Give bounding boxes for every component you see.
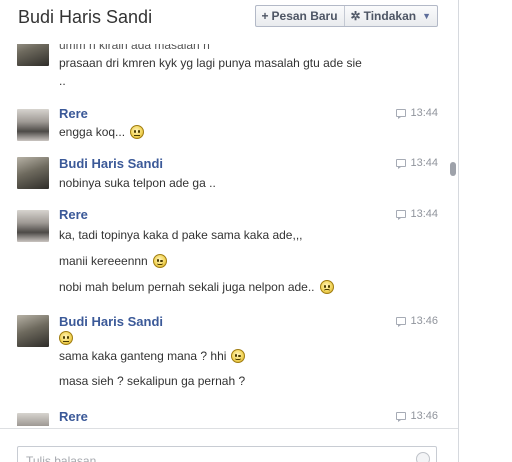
- chevron-down-icon: ▼: [422, 11, 431, 21]
- composer-divider: [0, 428, 458, 429]
- message-meta: 13:44: [396, 107, 438, 119]
- wink-smiley-icon: [152, 254, 167, 268]
- message-text-content: sama kaka ganteng mana ? hhi: [59, 349, 227, 363]
- neutral-smiley-icon: [130, 125, 145, 139]
- message-group: Rere 13:44 engga koq...: [0, 106, 458, 150]
- message-text-content: manii kereeennn: [59, 254, 148, 268]
- header-button-group: + Pesan Baru ✲ Tindakan ▼: [254, 5, 438, 27]
- plus-icon: +: [261, 9, 269, 23]
- message-text: [59, 331, 73, 345]
- frown-smiley-icon: [319, 280, 334, 294]
- message-text-content: engga koq...: [59, 125, 126, 139]
- gear-icon: ✲: [350, 9, 361, 23]
- avatar[interactable]: [17, 157, 49, 189]
- sender-name[interactable]: Rere: [59, 409, 88, 424]
- reply-input[interactable]: [18, 447, 398, 462]
- actions-label: Tindakan: [363, 9, 417, 23]
- message-meta: 13:44: [396, 157, 438, 169]
- message-group: umm n kirain ada masalah n prasaan dri k…: [0, 44, 458, 94]
- message-text: engga koq...: [59, 125, 145, 139]
- avatar[interactable]: [17, 315, 49, 347]
- neutral-smiley-icon: [59, 331, 73, 345]
- actions-button[interactable]: ✲ Tindakan ▼: [343, 6, 437, 26]
- emoji-picker-icon[interactable]: [416, 452, 430, 462]
- sender-name[interactable]: Rere: [59, 207, 88, 222]
- message-text: masa sieh ? sekalipun ga pernah ?: [59, 374, 246, 388]
- avatar[interactable]: [17, 44, 49, 66]
- chat-bubble-icon: [396, 412, 407, 422]
- message-text: ka, tadi topinya kaka d pake sama kaka a…: [59, 228, 303, 242]
- conversation-title: Budi Haris Sandi: [18, 7, 153, 27]
- message-text: umm n kirain ada masalah n: [59, 44, 210, 52]
- message-time: 13:44: [410, 157, 438, 169]
- message-thread: umm n kirain ada masalah n prasaan dri k…: [0, 44, 458, 426]
- sender-name[interactable]: Budi Haris Sandi: [59, 156, 163, 171]
- message-text: sama kaka ganteng mana ? hhi: [59, 349, 246, 363]
- conversation-header: Budi Haris Sandi + Pesan Baru ✲ Tindakan…: [0, 0, 458, 44]
- new-message-label: Pesan Baru: [271, 9, 338, 23]
- reply-composer: [17, 446, 437, 462]
- message-meta: 13:46: [396, 410, 438, 422]
- message-group: Rere 13:46: [0, 409, 458, 426]
- panel-divider: [458, 0, 459, 462]
- message-group: Rere 13:44 ka, tadi topinya kaka d pake …: [0, 207, 458, 308]
- chat-bubble-icon: [396, 159, 407, 169]
- sender-name[interactable]: Rere: [59, 106, 88, 121]
- avatar[interactable]: [17, 109, 49, 141]
- message-group: Budi Haris Sandi 13:44 nobinya suka telp…: [0, 156, 458, 201]
- message-time: 13:46: [410, 410, 438, 422]
- message-text: nobi mah belum pernah sekali juga nelpon…: [59, 280, 334, 294]
- message-time: 13:44: [410, 107, 438, 119]
- message-text: prasaan dri kmren kyk yg lagi punya masa…: [59, 56, 362, 70]
- message-meta: 13:44: [396, 208, 438, 220]
- new-message-button[interactable]: + Pesan Baru: [256, 6, 344, 26]
- avatar[interactable]: [17, 210, 49, 242]
- wink-smiley-icon: [231, 349, 246, 363]
- message-text: nobinya suka telpon ade ga ..: [59, 176, 216, 190]
- message-meta: 13:46: [396, 315, 438, 327]
- message-text: manii kereeennn: [59, 254, 167, 268]
- message-group: Budi Haris Sandi 13:46 sama kaka ganteng…: [0, 314, 458, 397]
- sender-name[interactable]: Budi Haris Sandi: [59, 314, 163, 329]
- avatar[interactable]: [17, 413, 49, 426]
- chat-bubble-icon: [396, 210, 407, 220]
- message-time: 13:46: [410, 315, 438, 327]
- chat-bubble-icon: [396, 317, 407, 327]
- message-text-content: nobi mah belum pernah sekali juga nelpon…: [59, 280, 315, 294]
- chat-bubble-icon: [396, 109, 407, 119]
- message-text: ..: [59, 74, 66, 88]
- message-time: 13:44: [410, 208, 438, 220]
